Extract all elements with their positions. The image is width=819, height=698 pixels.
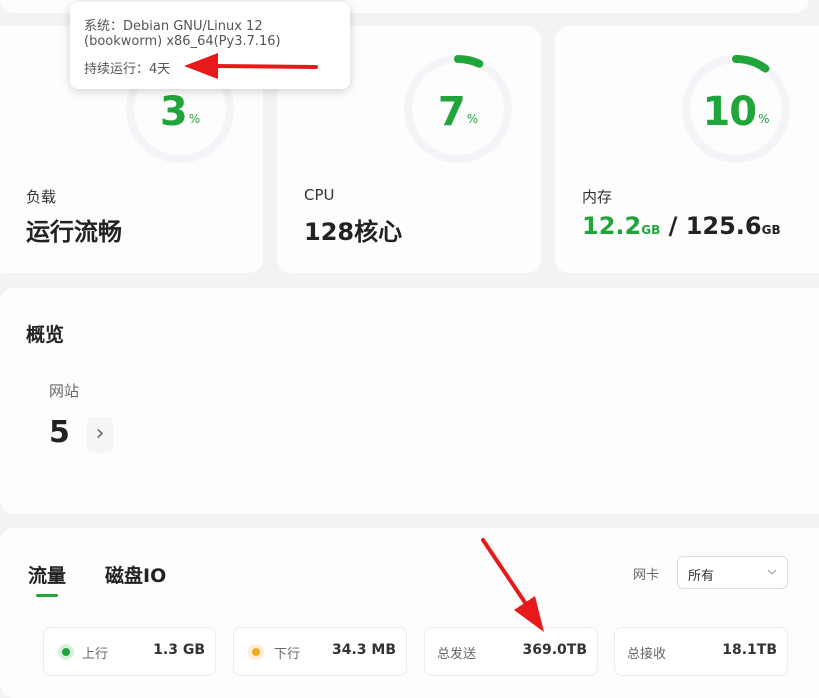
sites-label: 网站	[49, 382, 80, 400]
download-value: 34.3 MB	[331, 642, 396, 658]
overview-card: 概览 网站 5 ›	[0, 288, 819, 514]
memory-separator: /	[660, 212, 686, 240]
total-sent-label: 总发送	[437, 647, 477, 662]
metric-total-sent: 总发送 369.0TB	[424, 627, 598, 676]
nic-label: 网卡	[633, 568, 660, 583]
tab-disk-io[interactable]: 磁盘IO	[105, 561, 166, 588]
memory-percent: 10	[702, 89, 757, 135]
cpu-percent-unit: %	[466, 112, 479, 126]
memory-total-unit: GB	[761, 223, 781, 237]
cpu-label: CPU	[304, 186, 335, 204]
cpu-gauge: 7%	[402, 53, 514, 165]
total-sent-value: 369.0TB	[522, 642, 587, 658]
memory-used-unit: GB	[641, 223, 661, 237]
load-percent-unit: %	[188, 112, 201, 126]
nic-selected: 所有	[688, 569, 715, 584]
metric-download: 下行 34.3 MB	[233, 627, 407, 676]
metric-total-received: 总接收 18.1TB	[614, 627, 788, 676]
tooltip-system-line2: (bookworm) x86_64(Py3.7.16)	[84, 34, 281, 49]
sites-arrow-button[interactable]: ›	[87, 417, 113, 453]
download-label: 下行	[274, 647, 301, 662]
nic-select[interactable]: 所有	[677, 556, 788, 589]
cpu-cores: 128核心	[304, 218, 403, 246]
tooltip-uptime: 持续运行：4天	[84, 62, 171, 77]
upload-dot-icon	[58, 644, 74, 660]
tooltip-system-line1: 系统：Debian GNU/Linux 12	[84, 19, 263, 34]
tab-traffic[interactable]: 流量	[28, 561, 66, 588]
memory-total: 125.6	[685, 212, 762, 240]
memory-percent-unit: %	[758, 112, 770, 126]
tab-traffic-underline	[36, 594, 58, 597]
chevron-right-icon: ›	[95, 421, 105, 446]
memory-card[interactable]: 10% 内存 12.2GB / 125.6GB	[555, 26, 819, 273]
load-percent: 3	[159, 89, 188, 135]
metric-upload: 上行 1.3 GB	[43, 627, 216, 676]
memory-label: 内存	[582, 188, 613, 206]
memory-usage: 12.2GB / 125.6GB	[582, 212, 781, 240]
cpu-percent: 7	[437, 89, 466, 135]
overview-title: 概览	[26, 324, 65, 346]
memory-gauge: 10%	[680, 53, 792, 165]
upload-label: 上行	[82, 647, 109, 662]
memory-used: 12.2	[582, 212, 642, 240]
system-info-tooltip: 系统：Debian GNU/Linux 12 (bookworm) x86_64…	[70, 2, 350, 89]
upload-value: 1.3 GB	[153, 642, 205, 658]
load-label: 负载	[26, 188, 57, 206]
chevron-down-icon	[767, 569, 777, 575]
load-status: 运行流畅	[26, 218, 122, 246]
download-dot-icon	[248, 644, 264, 660]
total-received-value: 18.1TB	[722, 642, 777, 658]
sites-count[interactable]: 5	[49, 415, 70, 450]
total-received-label: 总接收	[627, 647, 667, 662]
